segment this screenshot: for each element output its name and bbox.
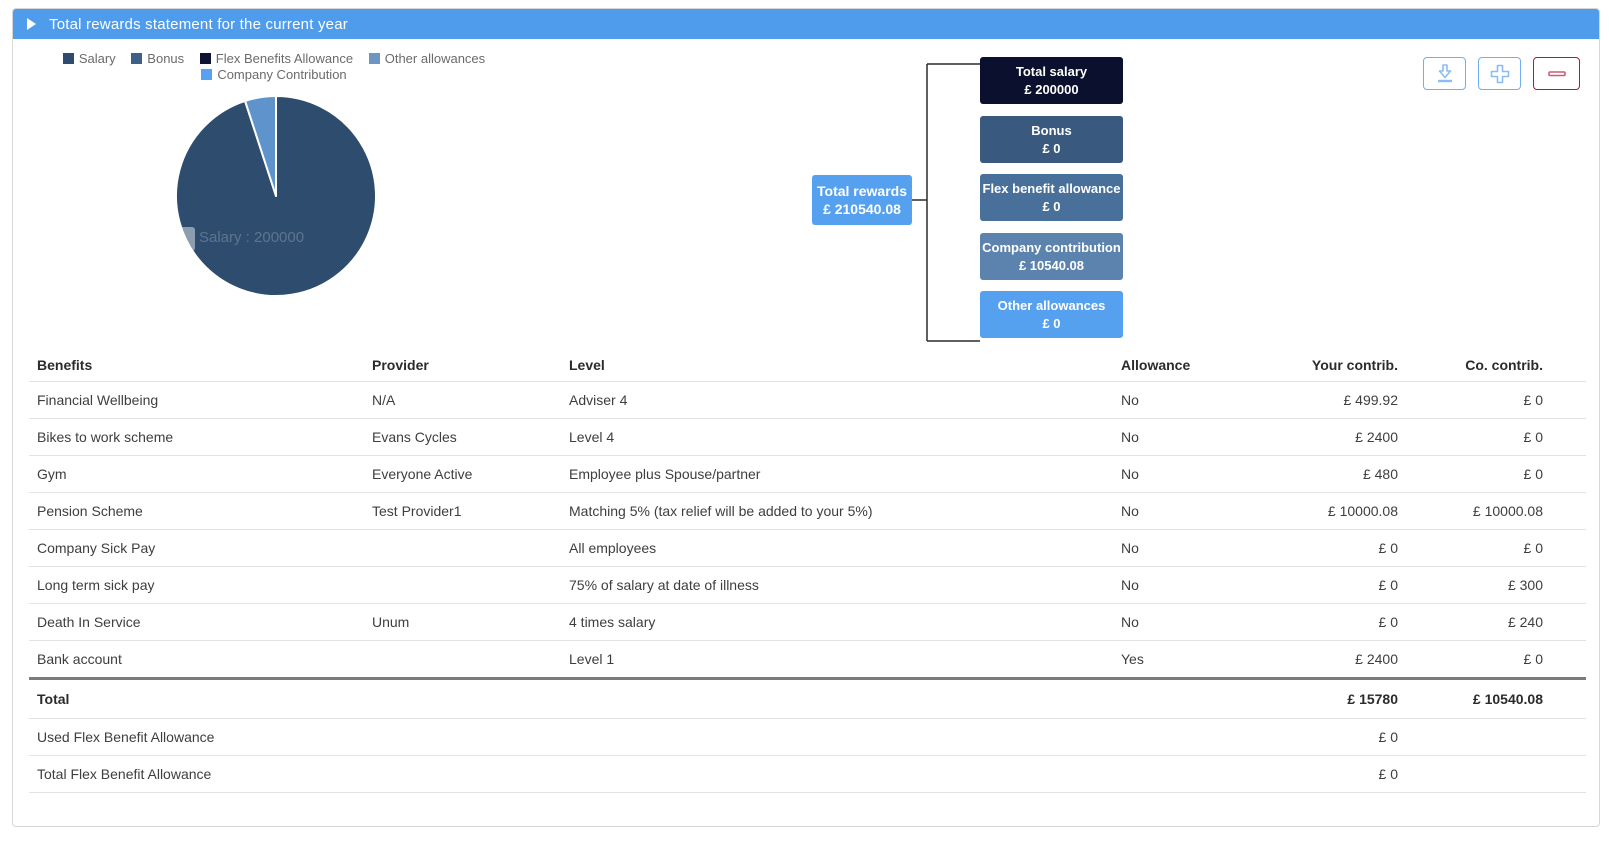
- tree-node-bonus: Bonus £ 0: [980, 116, 1123, 163]
- table-row: Death In Service Unum 4 times salary No …: [29, 604, 1586, 641]
- table-row: Company Sick Pay All employees No £ 0 £ …: [29, 530, 1586, 567]
- col-co-contrib: Co. contrib.: [1438, 349, 1586, 382]
- total-row: Total £ 15780 £ 10540.08: [29, 679, 1586, 719]
- tree-node-value: £ 0: [980, 198, 1123, 216]
- legend-item: Other allowances: [361, 51, 485, 67]
- tree-node-label: Flex benefit allowance: [980, 180, 1123, 198]
- row-value: £ 0: [1303, 756, 1438, 793]
- tree-node-other-allowances: Other allowances £ 0: [980, 291, 1123, 338]
- legend-swatch-icon: [201, 69, 212, 80]
- tree-node-label: Bonus: [980, 122, 1123, 140]
- table-row: Bank account Level 1 Yes £ 2400 £ 0: [29, 641, 1586, 679]
- chart-area: Salary Bonus Flex Benefits Allowance Oth…: [13, 39, 1599, 349]
- total-your-contrib: £ 15780: [1303, 679, 1438, 719]
- legend-swatch-icon: [63, 53, 74, 64]
- tree-node-value: £ 10540.08: [980, 257, 1123, 275]
- col-provider: Provider: [364, 349, 561, 382]
- table-row: Bikes to work scheme Evans Cycles Level …: [29, 419, 1586, 456]
- total-flex-allowance-row: Total Flex Benefit Allowance £ 0: [29, 756, 1586, 793]
- legend-swatch-icon: [200, 53, 211, 64]
- download-button[interactable]: [1423, 57, 1466, 90]
- row-value: £ 0: [1303, 719, 1438, 756]
- total-label: Total: [29, 679, 364, 719]
- row-label: Used Flex Benefit Allowance: [29, 719, 364, 756]
- table-row: Gym Everyone Active Employee plus Spouse…: [29, 456, 1586, 493]
- plus-icon: [1488, 62, 1512, 86]
- col-benefits: Benefits: [29, 349, 364, 382]
- benefits-table: Benefits Provider Level Allowance Your c…: [29, 349, 1586, 793]
- tree-node-label: Other allowances: [980, 297, 1123, 315]
- table-row: Pension Scheme Test Provider1 Matching 5…: [29, 493, 1586, 530]
- pie-chart[interactable]: [166, 86, 386, 306]
- panel-title: Total rewards statement for the current …: [49, 16, 348, 33]
- chart-legend: Salary Bonus Flex Benefits Allowance Oth…: [40, 51, 500, 83]
- tree-node-value: £ 200000: [980, 81, 1123, 99]
- tree-node-label: Total salary: [980, 63, 1123, 81]
- tree-node-total-salary: Total salary £ 200000: [980, 57, 1123, 104]
- tree-node-value: £ 210540.08: [812, 200, 912, 218]
- table-row: Financial Wellbeing N/A Adviser 4 No £ 4…: [29, 382, 1586, 419]
- table-row: Long term sick pay 75% of salary at date…: [29, 567, 1586, 604]
- collapse-arrow-icon: [27, 18, 36, 30]
- tree-node-value: £ 0: [980, 315, 1123, 333]
- legend-item: Company Contribution: [193, 67, 346, 83]
- tree-node-flex-benefit-allowance: Flex benefit allowance £ 0: [980, 174, 1123, 221]
- collapse-button[interactable]: [1533, 57, 1580, 90]
- row-label: Total Flex Benefit Allowance: [29, 756, 364, 793]
- panel-header[interactable]: Total rewards statement for the current …: [13, 9, 1599, 39]
- table-header-row: Benefits Provider Level Allowance Your c…: [29, 349, 1586, 382]
- pie-tooltip-swatch: [171, 227, 195, 251]
- tree-node-total-rewards: Total rewards £ 210540.08: [812, 175, 912, 225]
- legend-swatch-icon: [369, 53, 380, 64]
- total-rewards-panel: Total rewards statement for the current …: [12, 8, 1600, 827]
- minus-icon: [1545, 62, 1569, 86]
- tree-node-label: Company contribution: [980, 239, 1123, 257]
- expand-button[interactable]: [1478, 57, 1521, 90]
- col-level: Level: [561, 349, 1113, 382]
- legend-swatch-icon: [131, 53, 142, 64]
- col-your-contrib: Your contrib.: [1303, 349, 1438, 382]
- tree-node-value: £ 0: [980, 140, 1123, 158]
- pie-tooltip: Salary : 200000: [199, 229, 304, 246]
- legend-item: Flex Benefits Allowance: [192, 51, 353, 67]
- legend-item: Bonus: [123, 51, 184, 67]
- tree-node-company-contribution: Company contribution £ 10540.08: [980, 233, 1123, 280]
- legend-item: Salary: [55, 51, 116, 67]
- used-flex-allowance-row: Used Flex Benefit Allowance £ 0: [29, 719, 1586, 756]
- col-allowance: Allowance: [1113, 349, 1303, 382]
- download-icon: [1433, 62, 1457, 86]
- total-co-contrib: £ 10540.08: [1438, 679, 1586, 719]
- tree-node-label: Total rewards: [812, 182, 912, 200]
